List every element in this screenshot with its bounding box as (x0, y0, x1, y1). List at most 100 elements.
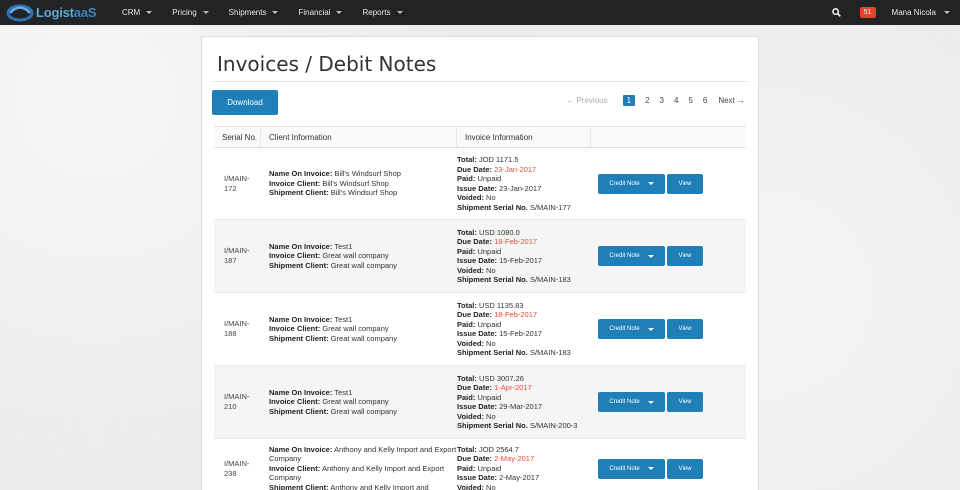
field-label: Shipment Client: (269, 406, 329, 416)
paid-value: Unpaid (477, 246, 502, 256)
issue-date-line: Issue Date: 15-Feb-2017 (457, 256, 571, 266)
pagination-previous[interactable]: ← Previous (566, 96, 607, 105)
view-button[interactable]: View (667, 319, 703, 339)
shipment-client-line: Shipment Client: Great wall company (269, 334, 397, 344)
name-on-invoice-value: Bill's Windsurf Shop (334, 169, 401, 179)
pagination-next[interactable]: Next → (718, 96, 745, 105)
nav-item-crm[interactable]: CRM (122, 8, 153, 17)
notification-badge[interactable]: 51 (859, 7, 876, 18)
search-button[interactable] (826, 0, 848, 25)
invoices-table: Serial No. Client Information Invoice In… (214, 126, 746, 490)
pagination-page-1[interactable]: 1 (622, 95, 636, 106)
due-date-line: Due Date: 18-Feb-2017 (457, 237, 571, 247)
invoice-client-line: Invoice Client: Great wall company (269, 324, 397, 334)
field-label: Issue Date: (457, 473, 498, 483)
field-label: Due Date: (457, 454, 493, 464)
field-label: Voided: (457, 265, 484, 275)
field-label: Name On Invoice: (269, 314, 333, 324)
field-label: Issue Date: (457, 183, 498, 193)
serial-number: 210 (224, 402, 237, 411)
serial-prefix: I/MAIN- (224, 319, 250, 328)
shipment-client-value: Bill's Windsurf Shop (330, 188, 398, 198)
field-label: Issue Date: (457, 329, 498, 338)
voided-value: No (486, 482, 496, 490)
field-label: Invoice Client: (269, 178, 321, 188)
credit-note-button[interactable]: Credit Note (598, 319, 665, 339)
due-date-line: Due Date: 23-Jan-2017 (457, 165, 571, 175)
due-date-value: 23-Jan-2017 (494, 164, 537, 174)
field-label: Voided: (457, 338, 484, 348)
field-label: Shipment Client: (269, 333, 329, 343)
client-info-cell: Name On Invoice: Test1 Invoice Client: G… (261, 293, 457, 365)
serial-number: 187 (224, 256, 237, 265)
main-menu: CRM Pricing Shipments Financial Reports (122, 8, 423, 17)
invoice-client-line: Invoice Client: Great wall company (269, 397, 397, 407)
field-label: Shipment Client: (269, 260, 329, 270)
invoice-info-cell: Total: USD 1135.83 Due Date: 18-Feb-2017… (457, 293, 591, 365)
column-header-serial: Serial No. (214, 127, 261, 147)
issue-date-value: 2-May-2017 (499, 473, 540, 483)
due-date-value: 18-Feb-2017 (494, 310, 538, 319)
field-label: Name On Invoice: (269, 387, 333, 397)
credit-note-label: Credit Note (609, 465, 640, 472)
issue-date-value: 15-Feb-2017 (499, 329, 543, 338)
invoice-client-value: Great wall company (322, 251, 389, 261)
table-header: Serial No. Client Information Invoice In… (214, 126, 746, 148)
serial-cell: I/MAIN- 172 (214, 148, 261, 219)
pagination-page-2[interactable]: 2 (645, 96, 649, 105)
total-value: USD 1080.0 (478, 227, 520, 237)
field-label: Invoice Client: (269, 397, 321, 407)
view-button[interactable]: View (667, 173, 703, 194)
actions-cell: Credit Note View (591, 366, 746, 438)
credit-note-button[interactable]: Credit Note (598, 246, 665, 266)
view-button[interactable]: View (667, 458, 703, 479)
field-label: Paid: (457, 319, 476, 329)
field-label: Shipment Serial No. (457, 348, 528, 357)
navbar-right: 51 Mana Nicola (826, 0, 960, 25)
shipment-client-line: Shipment Client: Anthony and Kelly Impor… (269, 483, 457, 490)
pagination-page-6[interactable]: 6 (703, 96, 707, 105)
field-label: Due Date: (457, 237, 493, 246)
nav-item-financial[interactable]: Financial (298, 8, 343, 17)
field-label: Total: (457, 444, 477, 454)
view-button[interactable]: View (667, 392, 703, 412)
field-label: Shipment Serial No. (457, 275, 528, 284)
view-button[interactable]: View (667, 246, 703, 266)
paid-line: Paid: Unpaid (457, 174, 571, 184)
field-label: Paid: (457, 174, 476, 183)
user-menu[interactable]: Mana Nicola (892, 8, 950, 17)
caret-down-icon (396, 11, 403, 14)
due-date-value: 1-Apr-2017 (494, 383, 532, 392)
pagination-page-4[interactable]: 4 (674, 96, 678, 105)
total-value: JOD 1171.5 (478, 155, 519, 164)
due-date-line: Due Date: 1-Apr-2017 (457, 383, 577, 393)
name-on-invoice-line: Name On Invoice: Bill's Windsurf Shop (269, 169, 401, 179)
pagination-page-5[interactable]: 5 (688, 96, 692, 105)
paid-value: Unpaid (477, 174, 502, 183)
nav-item-pricing[interactable]: Pricing (172, 8, 209, 17)
voided-value: No (486, 338, 496, 348)
divider (212, 81, 748, 82)
field-label: Paid: (457, 246, 476, 256)
total-value: USD 1135.83 (478, 300, 524, 310)
credit-note-button[interactable]: Credit Note (598, 173, 665, 194)
paid-value: Unpaid (477, 463, 502, 473)
credit-note-button[interactable]: Credit Note (598, 392, 665, 412)
nav-item-reports[interactable]: Reports (362, 8, 403, 17)
name-on-invoice-line: Name On Invoice: Anthony and Kelly Impor… (269, 445, 457, 464)
shipment-client-value: Great wall company (330, 333, 397, 343)
credit-note-button[interactable]: Credit Note (598, 458, 665, 479)
serial-prefix: I/MAIN- (224, 246, 250, 255)
nav-item-shipments[interactable]: Shipments (229, 8, 279, 17)
download-button[interactable]: Download (212, 90, 278, 115)
paid-line: Paid: Unpaid (457, 320, 571, 330)
serial-cell: I/MAIN- 188 (214, 293, 261, 365)
voided-value: No (486, 411, 496, 421)
shipment-serial-line: Shipment Serial No. S/MAIN-183 (457, 348, 571, 358)
pagination-page-3[interactable]: 3 (660, 96, 664, 105)
voided-line: Voided: No (457, 266, 571, 276)
field-label: Invoice Client: (269, 324, 321, 334)
logo[interactable]: LogistaaS (6, 4, 106, 22)
field-label: Due Date: (457, 164, 493, 174)
name-on-invoice-value: Test1 (334, 387, 353, 397)
